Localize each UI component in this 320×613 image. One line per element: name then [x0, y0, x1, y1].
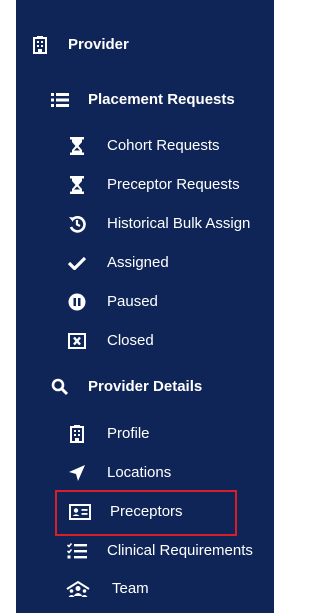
building-icon — [67, 424, 87, 444]
pause-icon — [67, 292, 87, 312]
sidebar-item-cohort-requests[interactable]: Cohort Requests — [16, 131, 274, 161]
sidebar-item-label: Preceptor Requests — [107, 176, 240, 193]
team-icon — [66, 579, 90, 599]
sidebar-item-preceptor-requests[interactable]: Preceptor Requests — [16, 170, 274, 200]
sidebar-item-clinical-requirements[interactable]: Clinical Requirements — [16, 536, 274, 566]
sidebar-item-label: Historical Bulk Assign — [107, 215, 251, 232]
building-icon — [30, 35, 50, 55]
list-icon — [50, 90, 70, 110]
sidebar-item-label: Assigned — [107, 254, 169, 271]
sidebar-item-closed[interactable]: Closed — [16, 326, 274, 356]
history-icon — [67, 214, 87, 234]
sidebar-item-provider[interactable]: Provider — [16, 30, 274, 60]
sidebar-item-preceptors[interactable]: Preceptors — [16, 497, 274, 527]
sidebar-item-label: Clinical Requirements — [107, 542, 253, 559]
sidebar-item-historical-bulk-assign[interactable]: Historical Bulk Assign — [16, 209, 274, 239]
sidebar-item-paused[interactable]: Paused — [16, 287, 274, 317]
hourglass-icon — [67, 175, 87, 195]
sidebar-item-label: Locations — [107, 464, 172, 481]
sidebar-item-label: Placement Requests — [88, 91, 235, 108]
sidebar-item-label: Profile — [107, 425, 150, 442]
sidebar-item-provider-details[interactable]: Provider Details — [16, 372, 274, 402]
hourglass-icon — [67, 136, 87, 156]
sidebar-nav: Provider Placement Requests Cohort Reque… — [16, 0, 274, 613]
sidebar-item-assigned[interactable]: Assigned — [16, 248, 274, 278]
sidebar-item-label: Closed — [107, 332, 154, 349]
id-card-icon — [68, 502, 92, 522]
sidebar-item-label: Preceptors — [110, 503, 183, 520]
close-box-icon — [67, 331, 87, 351]
sidebar-item-label: Provider — [68, 36, 129, 53]
sidebar-item-placement-requests[interactable]: Placement Requests — [16, 85, 274, 115]
sidebar-item-profile[interactable]: Profile — [16, 419, 274, 449]
sidebar-item-locations[interactable]: Locations — [16, 458, 274, 488]
sidebar-item-label: Team — [112, 580, 149, 597]
sidebar-item-label: Paused — [107, 293, 158, 310]
sidebar-item-team[interactable]: Team — [16, 574, 274, 604]
sidebar-item-label: Provider Details — [88, 378, 203, 395]
location-arrow-icon — [67, 463, 87, 483]
sidebar-item-label: Cohort Requests — [107, 137, 220, 154]
checklist-icon — [67, 541, 87, 561]
checkmark-icon — [67, 253, 87, 273]
search-icon — [50, 377, 70, 397]
